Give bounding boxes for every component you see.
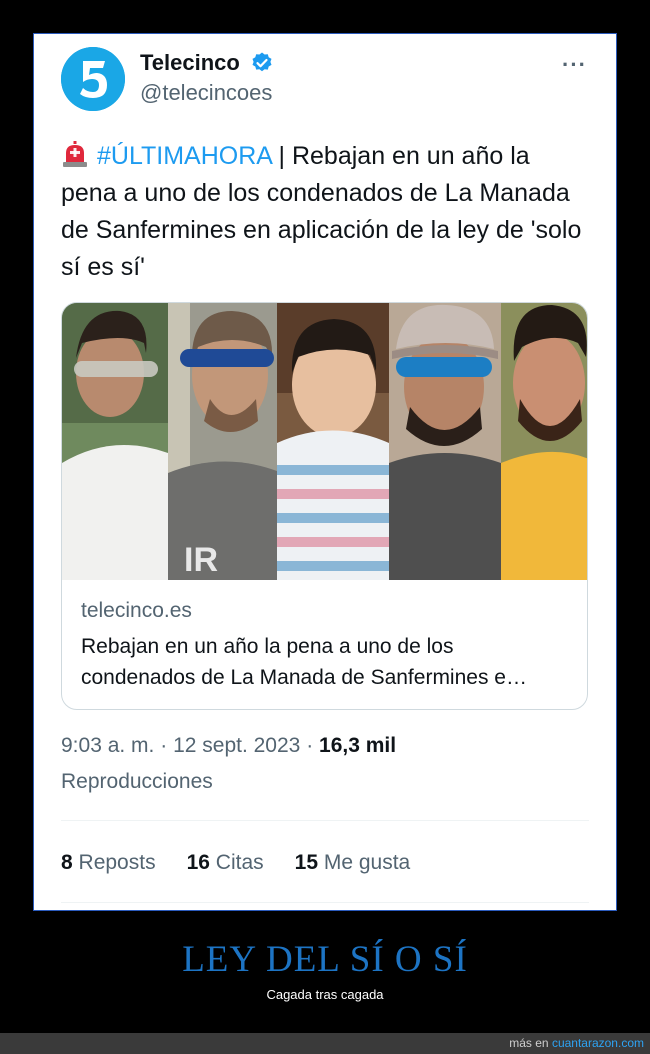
footer-text: más en cuantarazon.com [509,1036,644,1050]
likes-label: Me gusta [323,851,411,874]
quotes-stat[interactable]: 16 Citas [187,851,264,875]
quotes-label: Citas [215,851,264,874]
link-preview-card[interactable]: IR telecinco.es Rebajan en un año la pen… [61,302,588,710]
views-label: Reproducciones [61,770,213,793]
site-footer: más en cuantarazon.com [0,1033,650,1054]
verified-badge-icon [252,52,272,72]
tweet-date[interactable]: 12 sept. 2023 [173,734,300,757]
divider [61,902,589,903]
meme-subtitle: Cagada tras cagada [266,987,384,1002]
engagement-stats: 8 Reposts 16 Citas 15 Me gusta [61,851,410,875]
account-name[interactable]: Telecinco [140,50,240,76]
link-headline: Rebajan en un año la pena a uno de los c… [81,635,527,689]
tweet-time[interactable]: 9:03 a. m. [61,734,154,757]
tweet-text: #ÚLTIMAHORA | Rebajan en un año la pena … [61,138,589,286]
reposts-stat[interactable]: 8 Reposts [61,851,156,875]
police-siren-icon [63,141,87,167]
timestamp-line: 9:03 a. m. · 12 sept. 2023 · 16,3 mil [61,734,396,758]
hashtag-link[interactable]: #ÚLTIMAHORA [97,142,272,170]
meme-title: LEY DEL SÍ O SÍ [182,939,468,980]
tweet-card: Telecinco @telecincoes ··· #ÚLTIMAHORA |… [34,34,616,910]
account-handle[interactable]: @telecincoes [140,80,272,106]
reposts-label: Reposts [78,851,156,874]
separator-dot: · [306,734,314,757]
divider [61,820,589,821]
link-domain: telecinco.es [81,599,192,622]
more-options-icon[interactable]: ··· [562,52,587,78]
quotes-count: 16 [186,851,210,874]
avatar[interactable] [61,47,125,111]
tweet-screenshot-frame: Telecinco @telecincoes ··· #ÚLTIMAHORA |… [33,33,617,911]
footer-prefix: más en [509,1036,552,1050]
likes-count: 15 [294,851,318,874]
separator-dot: · [160,734,168,757]
likes-stat[interactable]: 15 Me gusta [295,851,411,875]
svg-text:IR: IR [184,541,218,579]
views-count: 16,3 mil [319,734,397,757]
reposts-count: 8 [61,851,73,874]
footer-site-link[interactable]: cuantarazon.com [552,1036,644,1050]
telecinco-logo-icon [61,47,125,111]
article-photo: IR [62,303,587,580]
